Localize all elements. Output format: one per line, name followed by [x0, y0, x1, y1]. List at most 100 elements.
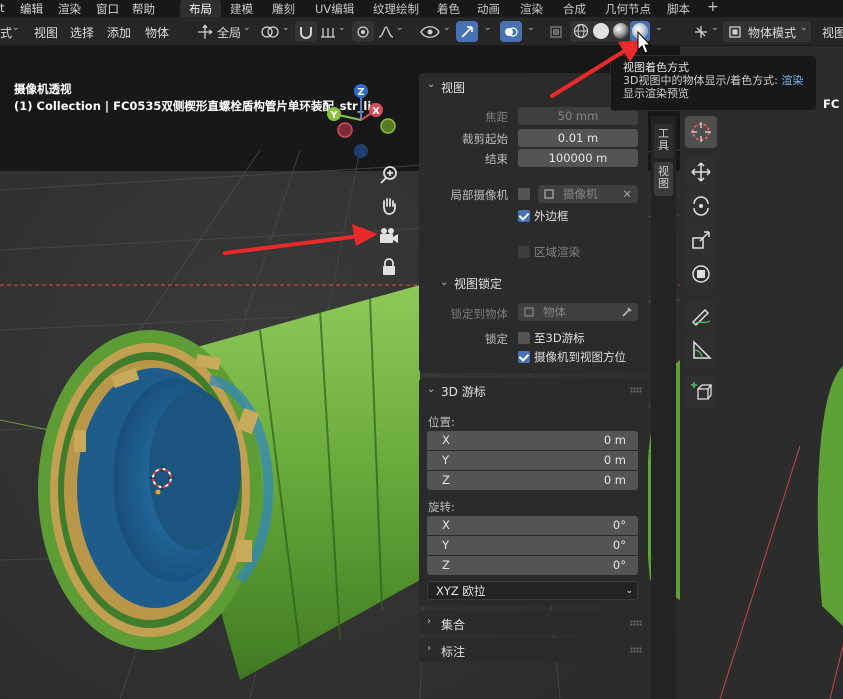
eye-visibility-icon[interactable]: [420, 25, 440, 39]
focal-length-label: 焦距: [485, 110, 508, 124]
move-tool-button[interactable]: [685, 156, 717, 188]
snap-increment-icon[interactable]: [320, 25, 336, 39]
cursor-rotation-x[interactable]: X 0°: [427, 516, 638, 535]
lock-icon[interactable]: [381, 258, 397, 276]
navigation-gizmo[interactable]: Z X Y: [320, 82, 400, 162]
annotations-panel[interactable]: › 标注: [419, 638, 648, 662]
object-data-icon: [544, 189, 554, 199]
lock-to-3d-cursor-checkbox[interactable]: [518, 332, 530, 344]
scale-icon: [692, 231, 710, 249]
region-render-label[interactable]: 区域渲染: [534, 244, 580, 260]
clip-end-field[interactable]: 100000 m: [518, 149, 638, 167]
workspace-tab-shading[interactable]: 着色: [437, 0, 460, 17]
3d-cursor-title[interactable]: 3D 游标: [441, 383, 486, 400]
gizmo-x-label: X: [372, 106, 380, 117]
border-checkbox[interactable]: [518, 210, 530, 222]
view-panel-title[interactable]: 视图: [441, 79, 465, 96]
menu-help[interactable]: 帮助: [132, 1, 155, 17]
measure-tool-button[interactable]: [685, 334, 717, 366]
panel-grip-handle[interactable]: [630, 620, 642, 626]
transform-icon: [692, 265, 710, 283]
orientation-global[interactable]: 全局: [217, 24, 241, 41]
panel-grip-handle[interactable]: [630, 387, 642, 393]
clear-x-icon[interactable]: ✕: [622, 185, 632, 203]
collections-panel[interactable]: › 集合: [419, 611, 648, 635]
chevron-down-icon[interactable]: ⌄: [440, 277, 448, 288]
workspace-tab-sculpt[interactable]: 雕刻: [272, 0, 295, 17]
cursor-tool-button[interactable]: [685, 116, 717, 148]
zoom-icon[interactable]: [379, 165, 399, 185]
add-workspace-button[interactable]: +: [707, 0, 719, 15]
mode-label-fragment[interactable]: 式: [0, 24, 12, 41]
local-camera-field[interactable]: 摄像机 ✕: [538, 185, 638, 203]
workspace-tab-layout[interactable]: 布局: [180, 0, 221, 17]
axis-label: Y: [442, 453, 450, 467]
select-menu[interactable]: 选择: [70, 24, 94, 41]
camera-to-view-label[interactable]: 摄像机到视图方位: [534, 349, 626, 365]
sidebar-tab-strip: 工具 视图: [651, 116, 676, 699]
chevron-down-icon[interactable]: ⌄: [427, 79, 435, 90]
add-menu[interactable]: 添加: [107, 24, 131, 41]
add-cube-tool-button[interactable]: [685, 376, 717, 408]
workspace-tab-geometry-nodes[interactable]: 几何节点: [605, 0, 651, 17]
axis-value: 0°: [612, 558, 626, 572]
menu-render[interactable]: 渲染: [58, 1, 81, 17]
workspace-tab-compositing[interactable]: 合成: [563, 0, 586, 17]
workspace-tab-scripting[interactable]: 脚本: [667, 0, 690, 17]
scale-tool-button[interactable]: [685, 224, 717, 256]
object-mode-label: 物体模式: [748, 26, 797, 40]
transform-orientation-icon[interactable]: [197, 24, 213, 40]
camera-view-icon[interactable]: [378, 227, 400, 245]
workspace-tab-rendering[interactable]: 渲染: [520, 0, 543, 17]
menu-file-fragment[interactable]: t: [0, 1, 5, 15]
rotate-icon: [693, 196, 709, 216]
lock-to-object-field[interactable]: 物体: [518, 303, 638, 321]
collections-title: 集合: [441, 618, 466, 632]
pan-hand-icon[interactable]: [379, 196, 399, 216]
view-menu-right[interactable]: 视图: [822, 24, 843, 41]
axis-label: X: [442, 518, 450, 532]
transform-tool-button[interactable]: [685, 258, 717, 290]
cursor-location-x[interactable]: X 0 m: [427, 431, 638, 450]
rotation-mode-dropdown[interactable]: XYZ 欧拉 ⌄: [427, 581, 638, 600]
local-camera-checkbox[interactable]: [518, 188, 530, 200]
ruler-icon: [693, 340, 712, 359]
tooltip-highlight: 渲染: [781, 74, 804, 87]
chevron-down-icon: ⌄: [338, 23, 346, 33]
camera-to-view-checkbox[interactable]: [518, 351, 530, 363]
region-render-checkbox[interactable]: [518, 246, 530, 258]
panel-grip-handle[interactable]: [630, 647, 642, 653]
border-label[interactable]: 外边框: [534, 208, 569, 224]
workspace-tab-animation[interactable]: 动画: [477, 0, 500, 17]
view-menu[interactable]: 视图: [34, 24, 58, 41]
view-lock-title[interactable]: 视图锁定: [454, 275, 502, 292]
workspace-tab-texture-paint[interactable]: 纹理绘制: [373, 0, 419, 17]
lock-to-3d-cursor-label[interactable]: 至3D游标: [534, 330, 585, 346]
lock-to-object-label: 锁定到物体: [450, 307, 509, 321]
cursor-location-z[interactable]: Z 0 m: [427, 471, 638, 490]
annotate-tool-button[interactable]: [685, 300, 717, 332]
pivot-point-icon[interactable]: [260, 23, 280, 41]
workspace-tab-uv[interactable]: UV编辑: [315, 0, 354, 17]
object-menu[interactable]: 物体: [145, 24, 169, 41]
local-camera-label: 局部摄像机: [450, 188, 509, 202]
cursor-rotation-y[interactable]: Y 0°: [427, 536, 638, 555]
tab-view[interactable]: 视图: [654, 162, 673, 196]
transform-tool-settings-icon[interactable]: [693, 24, 709, 40]
clip-start-field[interactable]: 0.01 m: [518, 129, 638, 147]
clip-end-label: 结束: [485, 152, 508, 166]
cursor-rotation-z[interactable]: Z 0°: [427, 556, 638, 575]
3d-cursor-tool-icon: [691, 122, 711, 142]
chevron-down-icon[interactable]: ⌄: [427, 384, 435, 395]
rotate-tool-button[interactable]: [685, 190, 717, 222]
tab-tool[interactable]: 工具: [654, 124, 673, 158]
chevron-right-icon: ›: [427, 643, 431, 654]
menu-edit[interactable]: 编辑: [20, 1, 43, 17]
rotation-mode-value: XYZ 欧拉: [436, 584, 486, 598]
cursor-location-y[interactable]: Y 0 m: [427, 451, 638, 470]
axis-value: 0°: [612, 538, 626, 552]
falloff-curve-icon[interactable]: [378, 25, 394, 39]
eyedropper-icon[interactable]: [621, 306, 633, 318]
workspace-tab-modeling[interactable]: 建模: [230, 0, 253, 17]
menu-window[interactable]: 窗口: [96, 1, 119, 17]
